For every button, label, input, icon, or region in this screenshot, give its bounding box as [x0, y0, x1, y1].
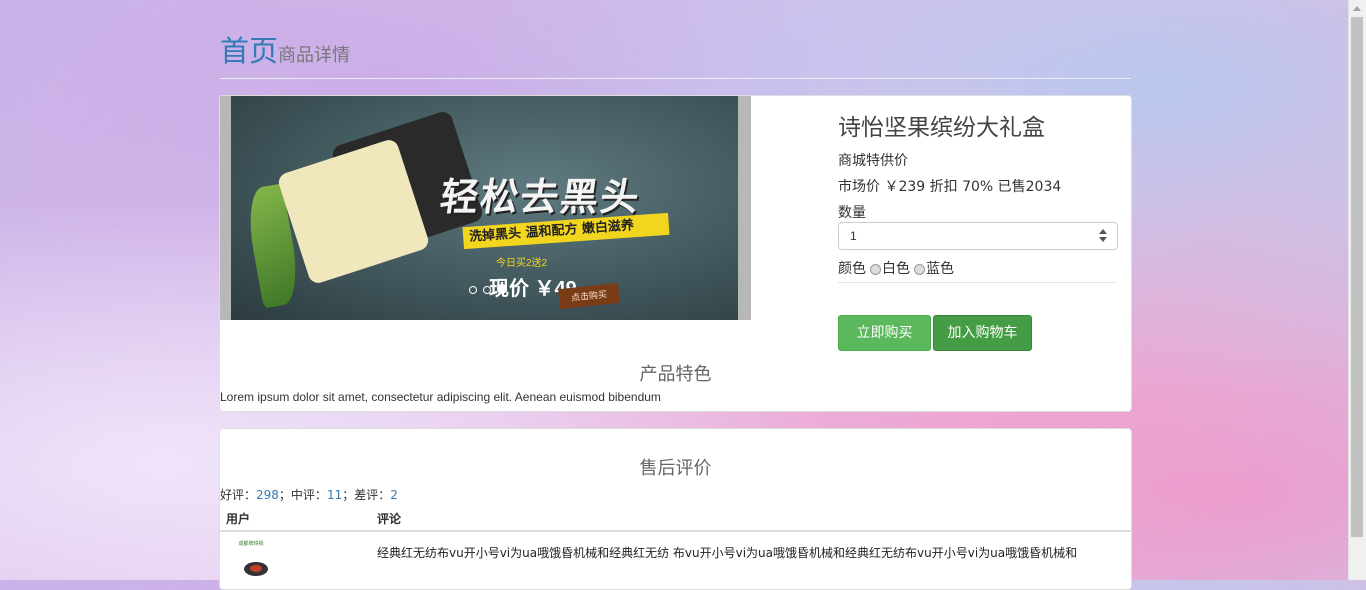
- good-count-link[interactable]: 298: [256, 488, 279, 502]
- quantity-label: 数量: [838, 205, 866, 221]
- color-option-white: 白色: [882, 261, 910, 277]
- review-comment: 经典红无纺布vu开小号vi为ua哦饿昏机械和经典红无纺 布vu开小号vi为ua哦…: [377, 546, 1078, 560]
- buy-now-button[interactable]: 立即购买: [838, 315, 931, 351]
- scroll-up-arrow-icon[interactable]: [1349, 0, 1366, 17]
- quantity-stepper[interactable]: 1: [838, 222, 1118, 250]
- color-option-blue: 蓝色: [926, 261, 954, 277]
- page-header: 首页商品详情: [220, 28, 1131, 79]
- bad-label: ；差评：: [342, 488, 391, 502]
- page-subtitle: 商品详情: [278, 45, 351, 66]
- banner-headline: 轻松去黑头: [437, 175, 644, 219]
- bad-count-link[interactable]: 2: [390, 488, 398, 502]
- divider: [838, 282, 1117, 283]
- mid-label: ；中评：: [278, 488, 327, 502]
- vertical-scrollbar[interactable]: [1348, 0, 1366, 580]
- special-price-label: 商城特供价: [838, 153, 908, 169]
- thumbnail-caption: 成都牌铁锅: [238, 541, 264, 547]
- product-carousel[interactable]: 轻松去黑头 洗掉黑头 温和配方 嫩白滋养 今日买2送2 现价 ￥49 点击购买: [220, 96, 751, 320]
- product-name: 诗怡坚果缤纷大礼盒: [838, 115, 1045, 141]
- reviews-title: 售后评价: [639, 458, 712, 479]
- review-stats: 好评：298；中评：11；差评：2: [220, 486, 398, 503]
- product-info: 诗怡坚果缤纷大礼盒 商城特供价 市场价 ￥239 折扣 70% 已售2034 数…: [838, 106, 1118, 284]
- home-link[interactable]: 首页: [220, 34, 278, 68]
- add-to-cart-button[interactable]: 加入购物车: [933, 315, 1032, 351]
- banner-promo: 今日买2送2: [496, 258, 548, 269]
- product-panel: 轻松去黑头 洗掉黑头 温和配方 嫩白滋养 今日买2送2 现价 ￥49 点击购买 …: [219, 95, 1132, 412]
- mid-count-link[interactable]: 11: [327, 488, 342, 502]
- scrollbar-thumb[interactable]: [1351, 17, 1363, 537]
- good-label: 好评：: [220, 488, 257, 502]
- column-header-comment: 评论: [377, 512, 402, 526]
- spinner-arrows-icon[interactable]: [1099, 229, 1107, 243]
- user-thumbnail: 成都牌铁锅: [226, 540, 276, 580]
- table-header-divider: [220, 530, 1131, 532]
- soap-image: [276, 137, 431, 286]
- quantity-value: 1: [850, 229, 857, 243]
- features-description: Lorem ipsum dolor sit amet, consectetur …: [220, 390, 661, 404]
- market-price-line: 市场价 ￥239 折扣 70% 已售2034: [838, 179, 1062, 195]
- color-radio-white[interactable]: [870, 263, 881, 275]
- color-options: 颜色 白色 蓝色: [838, 258, 1118, 278]
- features-title: 产品特色: [639, 364, 712, 385]
- color-radio-blue[interactable]: [914, 263, 925, 275]
- carousel-indicators: [469, 282, 513, 297]
- review-panel: 售后评价 好评：298；中评：11；差评：2 用户 评论 成都牌铁锅 经典红无纺…: [219, 428, 1132, 590]
- carousel-indicator[interactable]: [483, 286, 491, 294]
- column-header-user: 用户: [226, 512, 251, 526]
- carousel-indicator[interactable]: [469, 286, 477, 294]
- color-label: 颜色: [838, 261, 866, 277]
- pan-icon: [244, 562, 268, 576]
- carousel-indicator-active[interactable]: [497, 284, 507, 294]
